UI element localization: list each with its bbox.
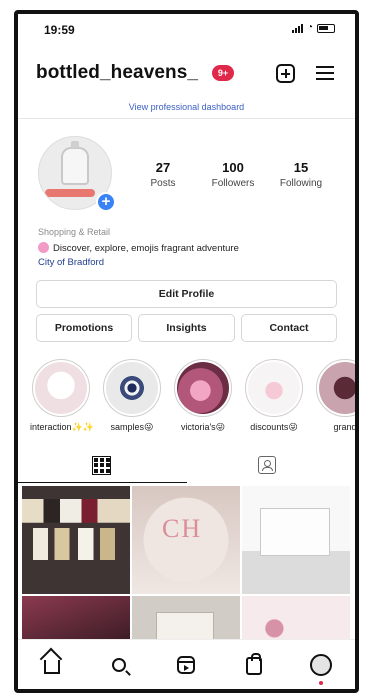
- ribbon-decoration: [45, 189, 95, 197]
- stat-label: Posts: [150, 178, 176, 189]
- nav-reels[interactable]: [174, 653, 198, 677]
- box-monogram: CH: [162, 514, 203, 543]
- notification-dot: [319, 680, 324, 685]
- contact-button[interactable]: Contact: [241, 314, 337, 342]
- highlight-ring: [103, 359, 161, 417]
- highlight-grand[interactable]: grand: [314, 359, 357, 432]
- battery-icon: [317, 23, 335, 33]
- perfume-bottle-image: [61, 141, 89, 185]
- bio-text: Discover, explore, emojis fragrant adven…: [53, 243, 239, 254]
- create-button[interactable]: [274, 62, 296, 84]
- menu-button[interactable]: [314, 62, 336, 84]
- hamburger-menu-icon: [316, 66, 334, 80]
- screen: 19:59 ◔ bottled_heavens_ 9+ View profess…: [18, 14, 355, 689]
- highlight-cover: [177, 362, 229, 414]
- search-icon: [112, 657, 127, 672]
- username[interactable]: bottled_heavens_: [36, 62, 198, 84]
- post-thumbnail[interactable]: [22, 486, 130, 594]
- edit-profile-button[interactable]: Edit Profile: [36, 280, 337, 308]
- highlight-cover: [35, 362, 87, 414]
- stat-label: Following: [279, 178, 323, 189]
- status-bar: 19:59 ◔: [18, 14, 355, 40]
- active-tab-indicator: [18, 482, 187, 483]
- stat-value: 27: [155, 160, 171, 175]
- post-thumbnail[interactable]: [242, 486, 350, 594]
- stat-value: 15: [293, 160, 309, 175]
- profile-header: bottled_heavens_ 9+: [18, 58, 355, 90]
- location-link[interactable]: City of Bradford: [38, 257, 104, 268]
- signal-icon: [291, 23, 303, 33]
- profile-category: Shopping & Retail: [38, 227, 111, 237]
- highlight-label: victoria's😜: [180, 422, 226, 432]
- stat-value: 100: [222, 160, 244, 175]
- professional-dashboard-link[interactable]: View professional dashboard: [18, 102, 355, 112]
- tab-grid[interactable]: [92, 456, 114, 475]
- highlight-ring: [174, 359, 232, 417]
- bottom-navigation: [18, 639, 355, 689]
- insights-button[interactable]: Insights: [138, 314, 235, 342]
- profile-icon: [310, 653, 333, 676]
- highlight-ring: [32, 359, 90, 417]
- grid-icon: [92, 456, 111, 475]
- highlight-label: interaction✨✨: [30, 422, 94, 432]
- highlight-samples[interactable]: samples😜: [101, 359, 163, 433]
- phone-frame: 19:59 ◔ bottled_heavens_ 9+ View profess…: [14, 10, 359, 693]
- tab-tagged[interactable]: [258, 456, 280, 474]
- stat-posts[interactable]: 27 Posts: [128, 160, 198, 189]
- highlight-label: discounts😜: [250, 422, 298, 432]
- nav-search[interactable]: [107, 653, 131, 677]
- highlight-victorias[interactable]: victoria's😜: [172, 359, 234, 433]
- stat-followers[interactable]: 100 Followers: [198, 160, 268, 189]
- dior-box-image: [260, 508, 330, 556]
- plus-square-icon: [275, 63, 295, 83]
- shop-icon: [245, 652, 262, 675]
- tagged-icon: [258, 456, 276, 474]
- add-story-button[interactable]: +: [96, 192, 116, 212]
- highlight-interaction[interactable]: interaction✨✨: [30, 359, 94, 433]
- nav-shop[interactable]: [242, 652, 266, 677]
- highlight-cover: [248, 362, 300, 414]
- nav-profile[interactable]: [309, 653, 333, 685]
- home-icon: [43, 660, 60, 674]
- nav-home[interactable]: [40, 653, 64, 677]
- highlight-ring: [245, 359, 303, 417]
- stat-following[interactable]: 15 Following: [266, 160, 336, 189]
- profile-bio: Discover, explore, emojis fragrant adven…: [38, 242, 239, 254]
- status-time: 19:59: [44, 23, 75, 37]
- status-icons: ◔: [291, 22, 335, 33]
- highlight-label: samples😜: [110, 422, 154, 432]
- flower-emoji-icon: [38, 242, 49, 253]
- highlight-cover: [106, 362, 158, 414]
- highlight-cover: [319, 362, 355, 414]
- reels-icon: [177, 655, 196, 674]
- highlight-discounts[interactable]: discounts😜: [243, 359, 305, 433]
- highlight-ring: [316, 359, 355, 417]
- post-thumbnail[interactable]: CH: [132, 486, 240, 594]
- promotions-button[interactable]: Promotions: [36, 314, 132, 342]
- stat-label: Followers: [211, 178, 255, 189]
- wifi-icon: ◔: [306, 22, 313, 33]
- notification-badge[interactable]: 9+: [212, 65, 234, 81]
- divider: [18, 118, 355, 119]
- highlight-label: grand: [333, 422, 357, 432]
